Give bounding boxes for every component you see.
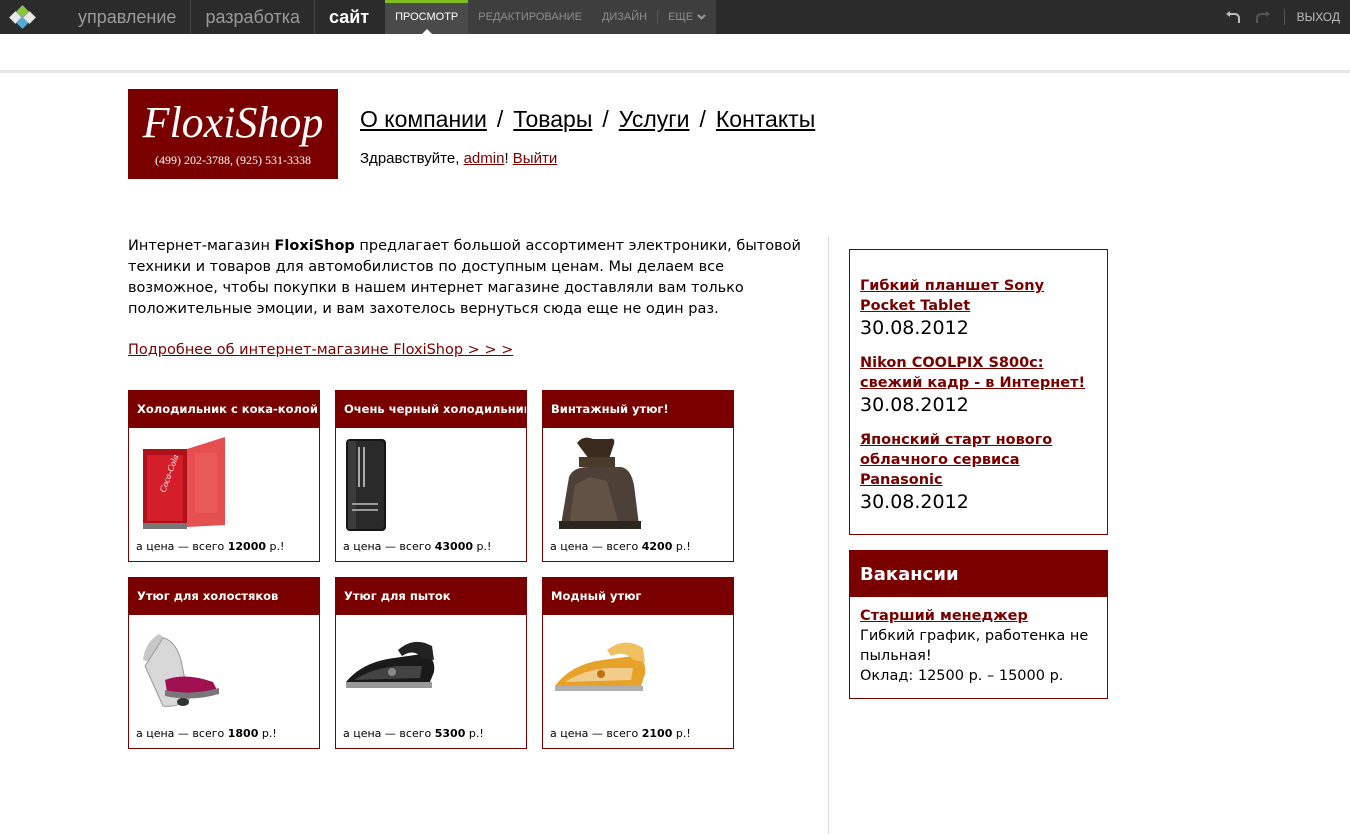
chevron-down-icon — [697, 14, 706, 20]
admin-toolbar: управление разработка сайт ПРОСМОТР РЕДА… — [0, 0, 1350, 34]
menu-contacts[interactable]: Контакты — [716, 106, 815, 133]
price-currency: р.! — [258, 727, 277, 740]
price-value: 12000 — [227, 540, 267, 553]
product-price: а цена — всего 5300 р.! — [343, 727, 484, 740]
product-card[interactable]: Модный утюг а цена — всего 2100 р.! — [542, 577, 734, 749]
vacancies-heading: Вакансии — [850, 551, 1107, 597]
user-greeting: Здравствуйте, admin! Выйти — [360, 150, 557, 167]
red-mini-fridge-image[interactable]: Coca-Cola — [135, 433, 235, 533]
header-divider — [0, 70, 1350, 73]
news-item: Гибкий планшет Sony Pocket Tablet 30.08.… — [860, 276, 1097, 341]
product-title[interactable]: Утюг для пыток — [336, 578, 526, 615]
price-prefix: а цена — всего — [343, 727, 435, 740]
price-prefix: а цена — всего — [136, 727, 228, 740]
admin-nav-site[interactable]: сайт — [315, 0, 383, 34]
product-title[interactable]: Винтажный утюг! — [543, 391, 733, 428]
product-card[interactable]: Холодильник с кока-колой Coca-Cola а цен… — [128, 390, 320, 562]
redo-icon[interactable] — [1254, 8, 1272, 26]
price-value: 2100 — [641, 727, 673, 740]
vacancy-title-link[interactable]: Старший менеджер — [860, 608, 1028, 624]
exit-button[interactable]: ВЫХОД — [1297, 10, 1340, 24]
product-price: а цена — всего 12000 р.! — [136, 540, 284, 553]
admin-right-tools: ВЫХОД — [1224, 0, 1340, 34]
yellow-iron-image[interactable] — [549, 620, 649, 720]
product-card[interactable]: Винтажный утюг! а цена — всего 4200 р.! — [542, 390, 734, 562]
menu-separator: / — [602, 106, 609, 132]
news-item: Nikon COOLPIX S800c: свежий кадр - в Инт… — [860, 353, 1097, 418]
news-date: 30.08.2012 — [860, 394, 969, 416]
user-link[interactable]: admin — [464, 150, 505, 167]
news-date: 30.08.2012 — [860, 317, 969, 339]
product-price: а цена — всего 2100 р.! — [550, 727, 691, 740]
admin-main-nav: управление разработка сайт — [64, 0, 383, 34]
menu-products[interactable]: Товары — [513, 106, 592, 133]
price-prefix: а цена — всего — [550, 540, 642, 553]
news-item: Японский старт нового облачного сервиса … — [860, 430, 1097, 515]
site-logo[interactable]: FloxiShop (499) 202-3788, (925) 531-3338 — [128, 89, 338, 179]
product-card[interactable]: Очень черный холодильник а цена — всего … — [335, 390, 527, 562]
more-menu-button[interactable]: ЕЩЕ — [658, 0, 716, 34]
about-shop-link[interactable]: Подробнее об интернет-магазине FloxiShop… — [128, 342, 513, 358]
admin-nav-development[interactable]: разработка — [191, 0, 315, 34]
product-title[interactable]: Модный утюг — [543, 578, 733, 615]
price-currency: р.! — [266, 540, 285, 553]
greeting-prefix: Здравствуйте, — [360, 150, 464, 167]
undo-icon[interactable] — [1224, 8, 1242, 26]
logout-link[interactable]: Выйти — [513, 150, 557, 167]
product-card[interactable]: Утюг для холостяков а цена — всего 1800 … — [128, 577, 320, 749]
logo-phones: (499) 202-3788, (925) 531-3338 — [155, 153, 311, 167]
price-prefix: а цена — всего — [136, 540, 228, 553]
vacancy-salary: Оклад: 12500 р. – 15000 р. — [860, 668, 1064, 684]
news-title-link[interactable]: Японский старт нового облачного сервиса … — [860, 430, 1097, 490]
tab-view[interactable]: ПРОСМОТР — [385, 0, 469, 34]
price-prefix: а цена — всего — [343, 540, 435, 553]
price-value: 4200 — [641, 540, 673, 553]
price-prefix: а цена — всего — [550, 727, 642, 740]
menu-services[interactable]: Услуги — [619, 106, 690, 133]
intro-before: Интернет-магазин — [128, 238, 275, 254]
product-price: а цена — всего 1800 р.! — [136, 727, 277, 740]
admin-nav-management[interactable]: управление — [64, 0, 192, 34]
black-fridge-image[interactable] — [342, 433, 442, 533]
menu-about[interactable]: О компании — [360, 106, 487, 133]
main-menu: О компании / Товары / Услуги / Контакты — [360, 106, 815, 133]
steam-station-iron-image[interactable] — [135, 620, 235, 720]
product-title[interactable]: Холодильник с кока-колой — [129, 391, 319, 428]
tab-design[interactable]: ДИЗАЙН — [592, 0, 657, 34]
product-price: а цена — всего 43000 р.! — [343, 540, 491, 553]
price-value: 5300 — [434, 727, 466, 740]
column-divider — [828, 236, 829, 834]
price-value: 43000 — [434, 540, 474, 553]
product-price: а цена — всего 4200 р.! — [550, 540, 691, 553]
logo-name: FloxiShop — [142, 98, 324, 147]
price-currency: р.! — [465, 727, 484, 740]
vacancies-block: Вакансии Старший менеджер Гибкий график,… — [849, 550, 1108, 699]
vintage-iron-image[interactable] — [549, 433, 649, 533]
intro-brand: FloxiShop — [274, 238, 355, 254]
vacancy-description: Гибкий график, работенка не пыльная! — [860, 628, 1089, 664]
product-card[interactable]: Утюг для пыток а цена — всего 5300 р.! — [335, 577, 527, 749]
price-currency: р.! — [672, 540, 691, 553]
product-title[interactable]: Очень черный холодильник — [336, 391, 526, 428]
greeting-suffix: ! — [504, 150, 513, 167]
menu-separator: / — [496, 106, 504, 132]
news-block: Гибкий планшет Sony Pocket Tablet 30.08.… — [849, 249, 1108, 535]
product-title[interactable]: Утюг для холостяков — [129, 578, 319, 615]
price-currency: р.! — [473, 540, 492, 553]
admin-sub-nav: ПРОСМОТР РЕДАКТИРОВАНИЕ ДИЗАЙН ЕЩЕ — [385, 0, 717, 34]
more-label: ЕЩЕ — [668, 11, 694, 23]
vacancy-item: Старший менеджер Гибкий график, работенк… — [850, 597, 1107, 686]
menu-separator: / — [699, 106, 706, 132]
intro-text: Интернет-магазин FloxiShop предлагает бо… — [128, 236, 818, 320]
news-title-link[interactable]: Гибкий планшет Sony Pocket Tablet — [860, 276, 1097, 316]
price-currency: р.! — [672, 727, 691, 740]
news-date: 30.08.2012 — [860, 491, 969, 513]
netcat-logo-icon[interactable] — [9, 5, 36, 29]
black-iron-image[interactable] — [342, 620, 442, 720]
tab-edit[interactable]: РЕДАКТИРОВАНИЕ — [468, 0, 592, 34]
news-title-link[interactable]: Nikon COOLPIX S800c: свежий кадр - в Инт… — [860, 353, 1097, 393]
price-value: 1800 — [227, 727, 259, 740]
separator — [1283, 9, 1285, 25]
